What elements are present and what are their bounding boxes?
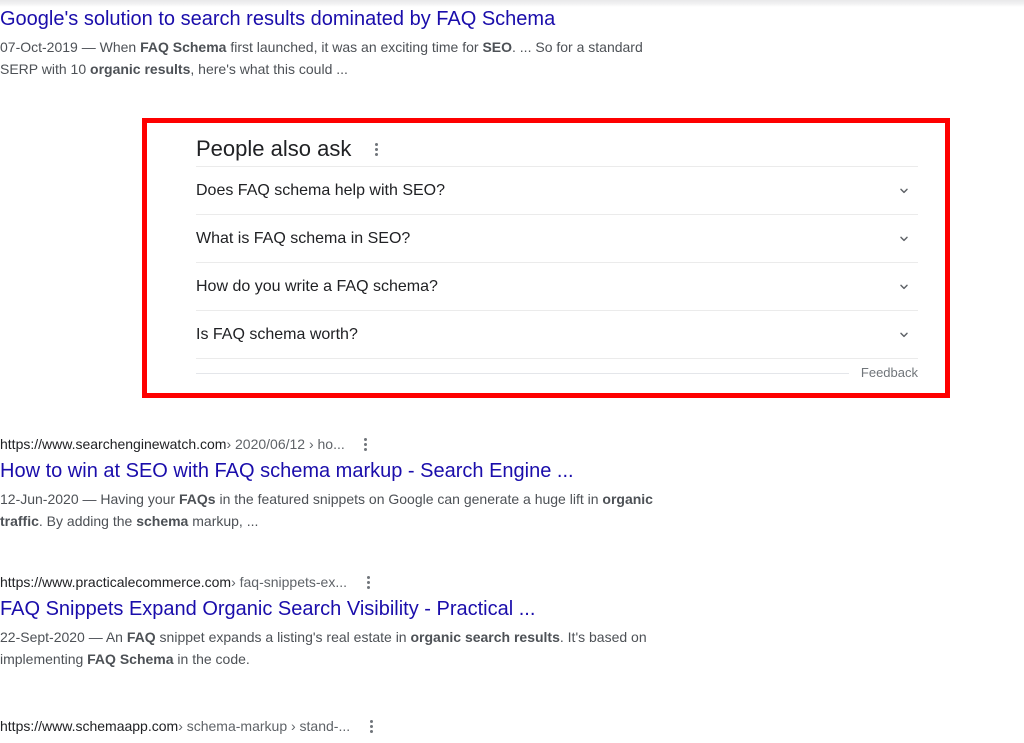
result-url-path: › 2020/06/12 › ho...: [226, 436, 345, 452]
divider: [196, 358, 918, 359]
search-result: https://www.practicalecommerce.com › faq…: [0, 572, 700, 670]
search-result: https://www.schemaapp.com › schema-marku…: [0, 716, 700, 736]
result-url-domain: https://www.practicalecommerce.com: [0, 574, 232, 590]
search-result-top: Google's solution to search results domi…: [0, 6, 700, 80]
people-also-ask-question-list: Does FAQ schema help with SEO? What is FA…: [196, 167, 918, 359]
kebab-menu-icon[interactable]: [364, 719, 378, 733]
paa-question-row[interactable]: Does FAQ schema help with SEO?: [196, 167, 918, 214]
result-url-path: › faq-snippets-ex...: [231, 574, 348, 590]
paa-question-row[interactable]: How do you write a FAQ schema?: [196, 263, 918, 310]
people-also-ask-footer: Feedback: [196, 361, 918, 385]
kebab-menu-icon[interactable]: [359, 437, 373, 451]
paa-question-text: Is FAQ schema worth?: [196, 325, 358, 343]
people-also-ask-section: People also ask Does FAQ schema help wit…: [196, 132, 918, 385]
result-snippet: 22-Sept-2020 — An FAQ snippet expands a …: [0, 629, 647, 667]
result-url-path: › schema-markup › stand-...: [178, 718, 351, 734]
result-title-link[interactable]: How to win at SEO with FAQ schema markup…: [0, 458, 700, 484]
result-title-link[interactable]: Google's solution to search results domi…: [0, 6, 700, 32]
paa-question-text: Does FAQ schema help with SEO?: [196, 181, 445, 199]
kebab-dot: [369, 719, 373, 723]
chevron-down-icon[interactable]: [896, 183, 912, 199]
paa-question-row[interactable]: What is FAQ schema in SEO?: [196, 215, 918, 262]
result-snippet: 07-Oct-2019 — When FAQ Schema first laun…: [0, 39, 643, 77]
result-url-domain: https://www.schemaapp.com: [0, 718, 179, 734]
kebab-dot: [366, 585, 370, 589]
chevron-down-icon[interactable]: [896, 327, 912, 343]
kebab-dot: [374, 142, 378, 146]
result-snippet: 12-Jun-2020 — Having your FAQs in the fe…: [0, 491, 653, 529]
result-url-line[interactable]: https://www.practicalecommerce.com › faq…: [0, 572, 700, 592]
chevron-down-icon[interactable]: [896, 231, 912, 247]
search-result: https://www.searchenginewatch.com › 2020…: [0, 434, 700, 532]
kebab-dot: [366, 580, 370, 584]
kebab-menu-icon[interactable]: [369, 142, 383, 156]
kebab-dot: [364, 442, 368, 446]
result-url-line[interactable]: https://www.searchenginewatch.com › 2020…: [0, 434, 700, 454]
kebab-dot: [366, 575, 370, 579]
paa-question-text: How do you write a FAQ schema?: [196, 277, 438, 295]
kebab-menu-icon[interactable]: [361, 575, 375, 589]
paa-question-text: What is FAQ schema in SEO?: [196, 229, 411, 247]
people-also-ask-title: People also ask: [196, 136, 352, 161]
divider: [196, 372, 849, 374]
search-results-page: Google's solution to search results domi…: [0, 0, 1024, 743]
result-url-line[interactable]: https://www.schemaapp.com › schema-marku…: [0, 716, 700, 736]
feedback-link[interactable]: Feedback: [861, 364, 918, 382]
result-title-link[interactable]: FAQ Snippets Expand Organic Search Visib…: [0, 596, 700, 622]
chevron-down-icon[interactable]: [896, 279, 912, 295]
kebab-dot: [364, 437, 368, 441]
kebab-dot: [364, 447, 368, 451]
result-url-domain: https://www.searchenginewatch.com: [0, 436, 227, 452]
kebab-dot: [374, 147, 378, 151]
people-also-ask-header: People also ask: [196, 132, 918, 166]
paa-question-row[interactable]: Is FAQ schema worth?: [196, 311, 918, 358]
kebab-dot: [369, 724, 373, 728]
kebab-dot: [374, 152, 378, 156]
kebab-dot: [369, 729, 373, 733]
